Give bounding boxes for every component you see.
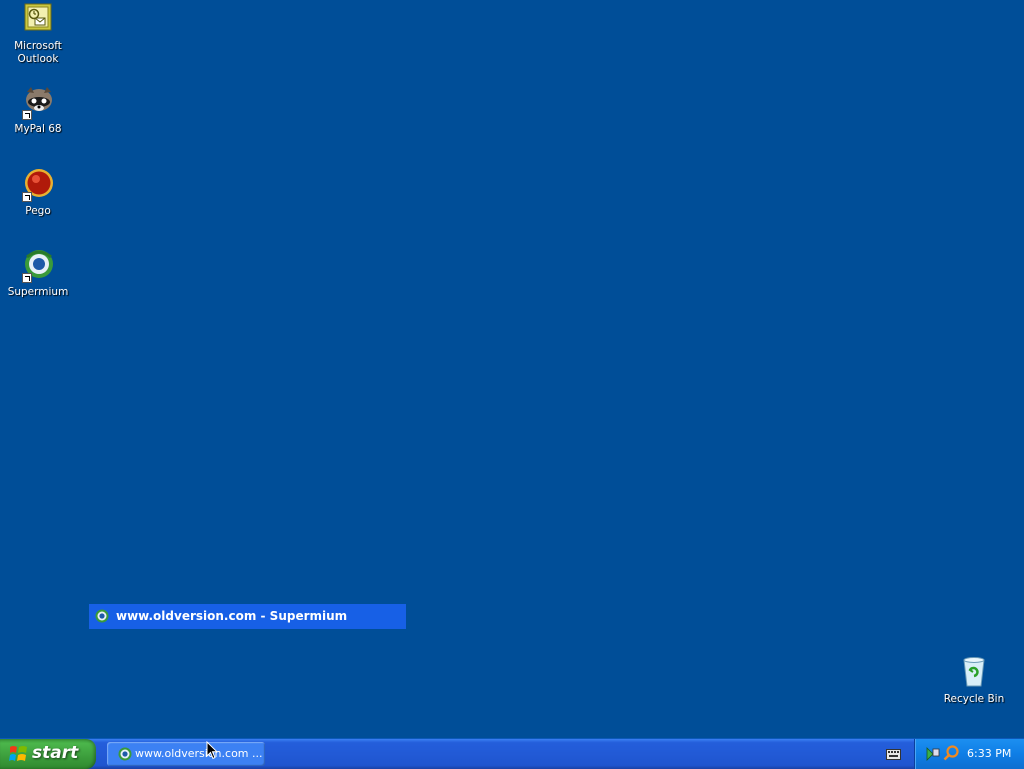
desktop-icon-label: Pego: [25, 205, 51, 217]
outlook-icon: [21, 3, 55, 37]
recycle-bin-icon: [957, 656, 991, 690]
start-label: start: [32, 743, 79, 763]
desktop-icon-label: Supermium: [7, 286, 69, 298]
shortcut-arrow-icon: [22, 273, 32, 283]
window-title-label: www.oldversion.com - Supermium: [116, 609, 348, 623]
window-title-popup[interactable]: www.oldversion.com - Supermium: [89, 604, 406, 629]
desktop-icon-supermium[interactable]: Supermium: [0, 249, 76, 299]
taskbar-button-label: www.oldversion.com ...: [135, 747, 263, 760]
shortcut-arrow-icon: [22, 110, 32, 120]
supermium-icon: [21, 249, 55, 283]
desktop-icon-mypal-68[interactable]: MyPal 68: [0, 86, 76, 136]
start-button[interactable]: start: [0, 739, 96, 769]
network-icon[interactable]: [924, 746, 940, 762]
pego-icon: [21, 168, 55, 202]
taskbar: start www.oldversion.com ... 6:33 PM: [0, 738, 1024, 769]
system-tray: 6:33 PM: [914, 739, 1024, 769]
shortcut-arrow-icon: [22, 192, 32, 202]
taskbar-button-supermium[interactable]: www.oldversion.com ...: [107, 742, 265, 766]
keyboard-icon[interactable]: [886, 749, 901, 760]
clock[interactable]: 6:33 PM: [967, 747, 1011, 760]
windows-logo-icon: [9, 746, 27, 761]
mouse-cursor-icon: [206, 741, 218, 760]
desktop-icon-microsoft-outlook[interactable]: Microsoft Outlook: [0, 3, 76, 66]
search-icon[interactable]: [943, 745, 959, 761]
mypal-icon: [21, 86, 55, 120]
desktop-icon-pego[interactable]: Pego: [0, 168, 76, 218]
desktop-icon-label: Recycle Bin: [943, 693, 1005, 705]
desktop-icon-label: Microsoft Outlook: [14, 40, 62, 65]
desktop-icon-label: MyPal 68: [14, 123, 62, 135]
supermium-icon: [118, 747, 132, 761]
desktop-icon-recycle-bin[interactable]: Recycle Bin: [936, 656, 1012, 706]
supermium-icon: [95, 609, 109, 623]
